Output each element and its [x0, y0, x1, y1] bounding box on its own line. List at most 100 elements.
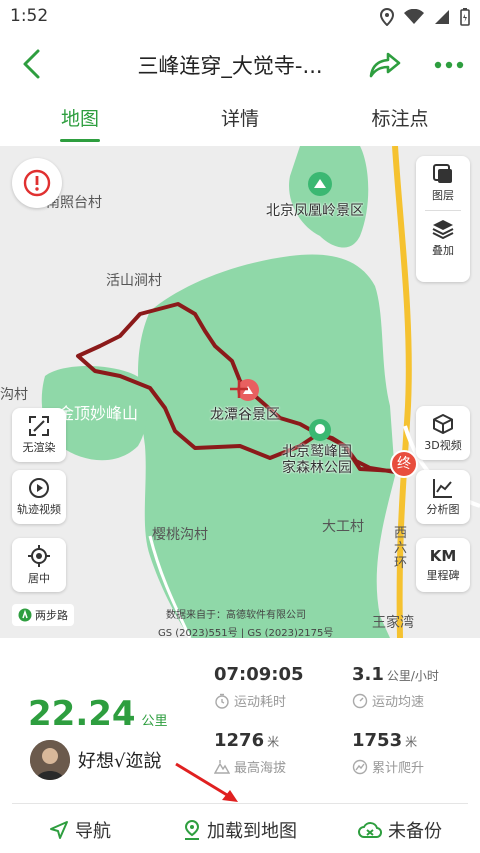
expand-icon	[29, 416, 49, 436]
cube-icon	[433, 414, 453, 434]
no-render-label: 无渲染	[22, 441, 56, 454]
center-button[interactable]: 居中	[12, 538, 66, 592]
status-time: 1:52	[10, 6, 49, 26]
battery-icon	[460, 8, 470, 26]
tab-markers[interactable]: 标注点	[320, 96, 480, 146]
overlay-label: 叠加	[432, 244, 454, 257]
wifi-icon	[404, 9, 424, 24]
tab-map[interactable]: 地图	[0, 96, 160, 146]
timer-icon	[215, 693, 229, 709]
avg-speed-unit: 公里/小时	[386, 669, 439, 683]
start-marker-icon	[230, 380, 248, 398]
milestone-button[interactable]: KM 里程碑	[416, 538, 470, 592]
warning-button[interactable]	[12, 158, 62, 208]
chart-icon	[433, 479, 452, 498]
end-marker: 终	[390, 450, 418, 478]
navigation-icon	[50, 820, 68, 839]
map-credit: GS (2023)551号 | GS (2023)2175号	[158, 628, 334, 638]
stat-avg-speed: 3.1 公里/小时 运动均速	[352, 664, 439, 710]
stack-icon	[432, 220, 454, 240]
crosshair-icon	[28, 545, 50, 567]
avg-speed-label: 运动均速	[372, 695, 425, 710]
mountain-icon	[214, 759, 230, 774]
duration-value: 07:09:05	[214, 664, 304, 685]
map-view[interactable]: 南照台村 北京凤凰岭景区 活山涧村 沟村 金顶妙峰山 龙潭谷景区 北京鹫峰国家森…	[0, 146, 480, 638]
end-marker-label: 终	[397, 456, 411, 472]
road-label: 西六环	[394, 526, 408, 571]
tab-details[interactable]: 详情	[160, 96, 320, 146]
status-bar: 1:52	[0, 0, 480, 34]
track-video-button[interactable]: 轨迹视频	[12, 470, 66, 524]
distance: 22.24 公里	[28, 694, 168, 734]
stats-panel: 22.24 公里 好想√迩說 07:09:05 运动耗时 3.1 公里/小时 运动…	[0, 638, 480, 803]
bottom-divider	[12, 803, 468, 804]
track-video-label: 轨迹视频	[17, 503, 61, 516]
overlay-button[interactable]: 叠加	[416, 211, 470, 265]
place-label: 北京凤凰岭景区	[266, 203, 364, 219]
scenic-poi-icon	[308, 172, 332, 196]
place-label: 金顶妙峰山	[58, 404, 139, 423]
total-climb-label: 累计爬升	[372, 761, 425, 776]
max-altitude-unit: 米	[267, 735, 280, 749]
km-icon: KM	[429, 547, 457, 565]
place-label: 沟村	[0, 387, 28, 403]
two-step-logo-icon	[18, 608, 32, 622]
layers-label: 图层	[432, 189, 454, 202]
map-credit: 数据来自于：高德软件有限公司	[166, 610, 306, 621]
load-to-map-label: 加载到地图	[207, 820, 297, 842]
navigate-button[interactable]: 导航	[0, 806, 160, 853]
stat-max-altitude: 1276 米 最高海拔	[214, 730, 286, 776]
center-label: 居中	[28, 572, 50, 585]
analysis-button[interactable]: 分析图	[416, 470, 470, 524]
avg-speed-value: 3.1	[352, 664, 384, 685]
total-climb-unit: 米	[405, 735, 418, 749]
total-climb-value: 1753	[352, 730, 403, 751]
video-3d-button[interactable]: 3D视频	[416, 406, 470, 460]
layers-icon	[433, 164, 452, 183]
bottom-bar: 导航 加载到地图 未备份	[0, 806, 480, 853]
avatar-image	[30, 740, 70, 780]
max-altitude-value: 1276	[214, 730, 265, 751]
distance-value: 22.24	[28, 694, 136, 734]
video-3d-label: 3D视频	[424, 439, 462, 452]
two-step-label: 两步路	[35, 609, 68, 622]
navigate-label: 导航	[75, 820, 111, 842]
share-icon[interactable]	[368, 50, 402, 80]
status-icons	[380, 8, 470, 26]
max-altitude-label: 最高海拔	[234, 761, 287, 776]
backup-label: 未备份	[388, 820, 442, 842]
stat-total-climb: 1753 米 累计爬升	[352, 730, 424, 776]
stat-duration: 07:09:05 运动耗时	[214, 664, 304, 710]
play-icon	[29, 478, 49, 498]
layers-button[interactable]: 图层	[416, 156, 470, 210]
user-info[interactable]: 好想√迩說	[30, 740, 161, 780]
two-step-logo: 两步路	[12, 604, 74, 626]
more-icon[interactable]	[434, 58, 464, 72]
milestone-label: 里程碑	[426, 569, 460, 582]
signal-icon	[435, 10, 449, 24]
place-label: 活山涧村	[106, 273, 162, 289]
distance-unit: 公里	[141, 714, 168, 729]
place-label: 龙潭谷景区	[210, 407, 280, 423]
location-icon	[380, 8, 394, 26]
place-label: 王家湾	[372, 615, 414, 631]
analysis-label: 分析图	[426, 503, 460, 516]
avatar[interactable]	[30, 740, 70, 780]
no-render-button[interactable]: 无渲染	[12, 408, 66, 462]
back-icon[interactable]	[18, 48, 46, 80]
load-to-map-button[interactable]: 加载到地图	[160, 806, 320, 853]
park-poi-icon	[309, 419, 331, 441]
map-pin-icon	[184, 819, 200, 840]
backup-button[interactable]: 未备份	[320, 806, 480, 853]
place-label: 北京鹫峰国家森林公园	[282, 444, 352, 476]
user-name: 好想√迩說	[78, 751, 162, 772]
place-label: 大工村	[322, 519, 364, 535]
tab-bar: 地图 详情 标注点	[0, 96, 480, 146]
speed-icon	[352, 693, 368, 708]
climb-icon	[352, 759, 368, 774]
place-label: 樱桃沟村	[152, 527, 208, 543]
page-title: 三峰连穿_大觉寺-...	[137, 54, 323, 78]
layer-panel: 图层 叠加	[416, 156, 470, 282]
cloud-icon	[358, 821, 382, 838]
warning-icon	[23, 169, 51, 197]
